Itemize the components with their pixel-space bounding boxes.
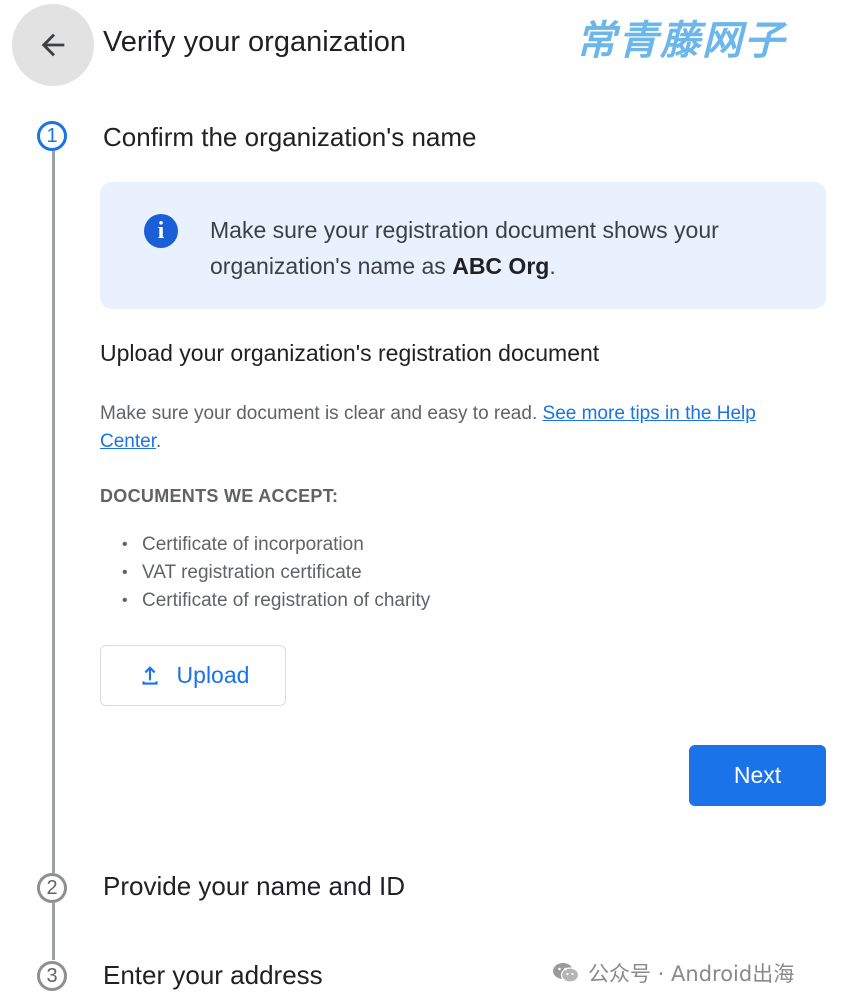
documents-heading: DOCUMENTS WE ACCEPT:: [100, 486, 339, 506]
help-text-body: Make sure your document is clear and eas…: [100, 403, 543, 424]
upload-button-label: Upload: [176, 662, 250, 688]
verify-organization-page: Verify your organization 常青藤网子 1 Confirm…: [0, 0, 846, 1006]
info-icon: i: [144, 214, 178, 248]
list-item: Certificate of incorporation: [122, 531, 430, 559]
back-button[interactable]: [12, 4, 94, 86]
arrow-left-icon: [41, 33, 65, 57]
wechat-icon: [553, 963, 580, 983]
footer-watermark: 公众号 · Android出海: [552, 958, 794, 988]
list-item: VAT registration certificate: [122, 559, 430, 587]
upload-help-text: Make sure your document is clear and eas…: [100, 400, 820, 456]
footer-watermark-text: 公众号 · Android出海: [588, 962, 795, 986]
upload-icon: [141, 665, 158, 685]
info-text-after: .: [549, 253, 556, 279]
next-button[interactable]: Next: [689, 745, 826, 806]
help-text-after: .: [155, 431, 162, 452]
step-3-title[interactable]: Enter your address: [103, 960, 323, 991]
watermark-logo: 常青藤网子: [576, 18, 786, 64]
upload-button[interactable]: Upload: [100, 645, 286, 706]
list-item: Certificate of registration of charity: [122, 587, 430, 615]
step-1-indicator: 1: [37, 121, 67, 151]
step-connector-1: [52, 151, 55, 873]
info-banner: i Make sure your registration document s…: [100, 182, 826, 309]
upload-section-heading: Upload your organization's registration …: [100, 340, 600, 366]
step-1-title: Confirm the organization's name: [103, 122, 477, 152]
step-3-indicator: 3: [37, 961, 67, 991]
org-name: ABC Org: [452, 253, 550, 279]
page-title: Verify your organization: [103, 26, 407, 58]
accepted-documents-list: Certificate of incorporation VAT registr…: [122, 531, 430, 615]
info-message: Make sure your registration document sho…: [210, 212, 800, 284]
step-2-title[interactable]: Provide your name and ID: [103, 871, 405, 902]
step-2-indicator: 2: [37, 873, 67, 903]
step-connector-2: [52, 903, 55, 960]
